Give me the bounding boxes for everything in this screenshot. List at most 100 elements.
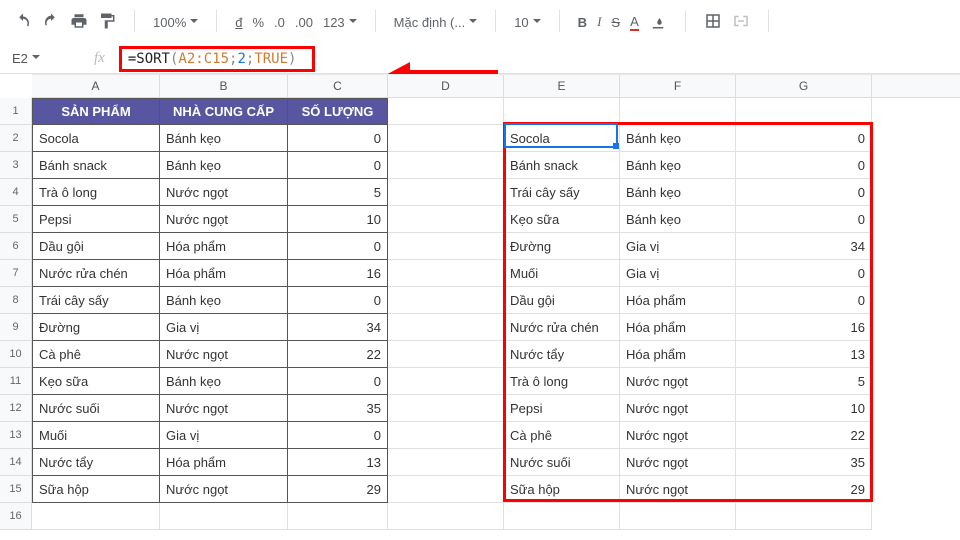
table-header[interactable]: SỐ LƯỢNG — [288, 98, 388, 125]
table-header[interactable]: SẢN PHẨM — [32, 98, 160, 125]
row-header[interactable]: 10 — [0, 341, 32, 368]
row-header[interactable]: 4 — [0, 179, 32, 206]
cell[interactable]: Đường — [504, 233, 620, 260]
cell[interactable]: 34 — [288, 314, 388, 341]
row-header[interactable]: 11 — [0, 368, 32, 395]
cell[interactable]: Hóa phẩm — [620, 314, 736, 341]
cell[interactable]: Trà ô long — [504, 368, 620, 395]
cell[interactable]: Nước rửa chén — [32, 260, 160, 287]
cell[interactable]: 13 — [288, 449, 388, 476]
cell[interactable] — [388, 179, 504, 206]
cell[interactable] — [388, 152, 504, 179]
cell[interactable]: Hóa phẩm — [160, 449, 288, 476]
cell[interactable]: 5 — [736, 368, 872, 395]
cell[interactable]: 16 — [288, 260, 388, 287]
cell[interactable] — [388, 422, 504, 449]
cell[interactable] — [736, 503, 872, 530]
cell[interactable]: Nước ngọt — [160, 206, 288, 233]
cell[interactable] — [288, 503, 388, 530]
cell[interactable]: 0 — [736, 206, 872, 233]
cell[interactable] — [388, 314, 504, 341]
cell[interactable]: 0 — [736, 179, 872, 206]
cell[interactable]: Gia vị — [620, 233, 736, 260]
cell[interactable]: 29 — [736, 476, 872, 503]
cell[interactable] — [388, 449, 504, 476]
row-header[interactable]: 6 — [0, 233, 32, 260]
cell[interactable]: Nước rửa chén — [504, 314, 620, 341]
cell[interactable]: Bánh snack — [504, 152, 620, 179]
zoom-dropdown[interactable]: 100% — [153, 15, 198, 30]
font-size-dropdown[interactable]: 10 — [514, 15, 540, 30]
cell[interactable]: 0 — [288, 152, 388, 179]
cell[interactable]: 0 — [736, 287, 872, 314]
bold-button[interactable]: B — [578, 15, 587, 30]
paint-format-icon[interactable] — [98, 12, 116, 33]
cell[interactable]: Kẹo sữa — [32, 368, 160, 395]
cell[interactable] — [388, 125, 504, 152]
row-header[interactable]: 15 — [0, 476, 32, 503]
cell[interactable]: Cà phê — [32, 341, 160, 368]
cell[interactable]: Muối — [32, 422, 160, 449]
cell[interactable]: Dầu gội — [32, 233, 160, 260]
cell[interactable]: Nước ngọt — [620, 368, 736, 395]
cell[interactable]: Gia vị — [620, 260, 736, 287]
row-header[interactable]: 1 — [0, 98, 32, 125]
cell[interactable]: Bánh kẹo — [160, 287, 288, 314]
cell[interactable]: Trái cây sấy — [504, 179, 620, 206]
row-header[interactable]: 12 — [0, 395, 32, 422]
name-box[interactable]: E2 — [8, 51, 80, 66]
cell[interactable]: Nước ngọt — [620, 395, 736, 422]
cell[interactable] — [388, 233, 504, 260]
cell[interactable] — [32, 503, 160, 530]
cell[interactable] — [388, 206, 504, 233]
cell[interactable]: Hóa phẩm — [620, 287, 736, 314]
cell[interactable] — [388, 503, 504, 530]
formula-input[interactable]: =SORT(A2:C15;2;TRUE) — [119, 46, 315, 72]
cell[interactable]: Nước ngọt — [160, 395, 288, 422]
cell[interactable]: 0 — [288, 368, 388, 395]
cell[interactable]: Kẹo sữa — [504, 206, 620, 233]
cell[interactable]: 35 — [288, 395, 388, 422]
cell[interactable]: Bánh kẹo — [160, 368, 288, 395]
cell[interactable] — [160, 503, 288, 530]
cell[interactable]: Trái cây sấy — [32, 287, 160, 314]
cell[interactable]: Bánh kẹo — [160, 125, 288, 152]
row-header[interactable]: 7 — [0, 260, 32, 287]
cell[interactable]: 29 — [288, 476, 388, 503]
cells-area[interactable]: SẢN PHẨMNHÀ CUNG CẤPSỐ LƯỢNGSocolaBánh k… — [32, 98, 872, 530]
col-header-e[interactable]: E — [504, 75, 620, 97]
cell[interactable]: Sữa hộp — [32, 476, 160, 503]
cell[interactable]: Bánh kẹo — [620, 152, 736, 179]
cell[interactable] — [388, 341, 504, 368]
col-header-c[interactable]: C — [288, 75, 388, 97]
cell[interactable]: Nước ngọt — [620, 449, 736, 476]
table-header[interactable]: NHÀ CUNG CẤP — [160, 98, 288, 125]
cell[interactable] — [736, 98, 872, 125]
cell[interactable]: Nước suối — [32, 395, 160, 422]
cell[interactable]: Nước ngọt — [160, 179, 288, 206]
cell[interactable]: Nước ngọt — [160, 476, 288, 503]
cell[interactable]: Socola — [504, 125, 620, 152]
cell[interactable]: Sữa hộp — [504, 476, 620, 503]
cell[interactable]: Trà ô long — [32, 179, 160, 206]
cell[interactable]: Muối — [504, 260, 620, 287]
cell[interactable]: 0 — [288, 287, 388, 314]
cell[interactable]: 22 — [736, 422, 872, 449]
row-header[interactable]: 3 — [0, 152, 32, 179]
cell[interactable]: 0 — [736, 125, 872, 152]
text-color-button[interactable]: A — [630, 14, 639, 31]
cell[interactable]: 10 — [736, 395, 872, 422]
cell[interactable]: Hóa phẩm — [160, 233, 288, 260]
cell[interactable]: 35 — [736, 449, 872, 476]
cell[interactable]: 0 — [736, 260, 872, 287]
col-header-d[interactable]: D — [388, 75, 504, 97]
dec-increase-button[interactable]: .00 — [295, 15, 313, 30]
percent-button[interactable]: % — [252, 15, 264, 30]
cell[interactable]: Pepsi — [32, 206, 160, 233]
col-header-g[interactable]: G — [736, 75, 872, 97]
format-123-dropdown[interactable]: 123 — [323, 15, 357, 30]
cell[interactable]: 13 — [736, 341, 872, 368]
cell[interactable]: Bánh snack — [32, 152, 160, 179]
cell[interactable]: Nước ngọt — [160, 341, 288, 368]
cell[interactable] — [620, 503, 736, 530]
